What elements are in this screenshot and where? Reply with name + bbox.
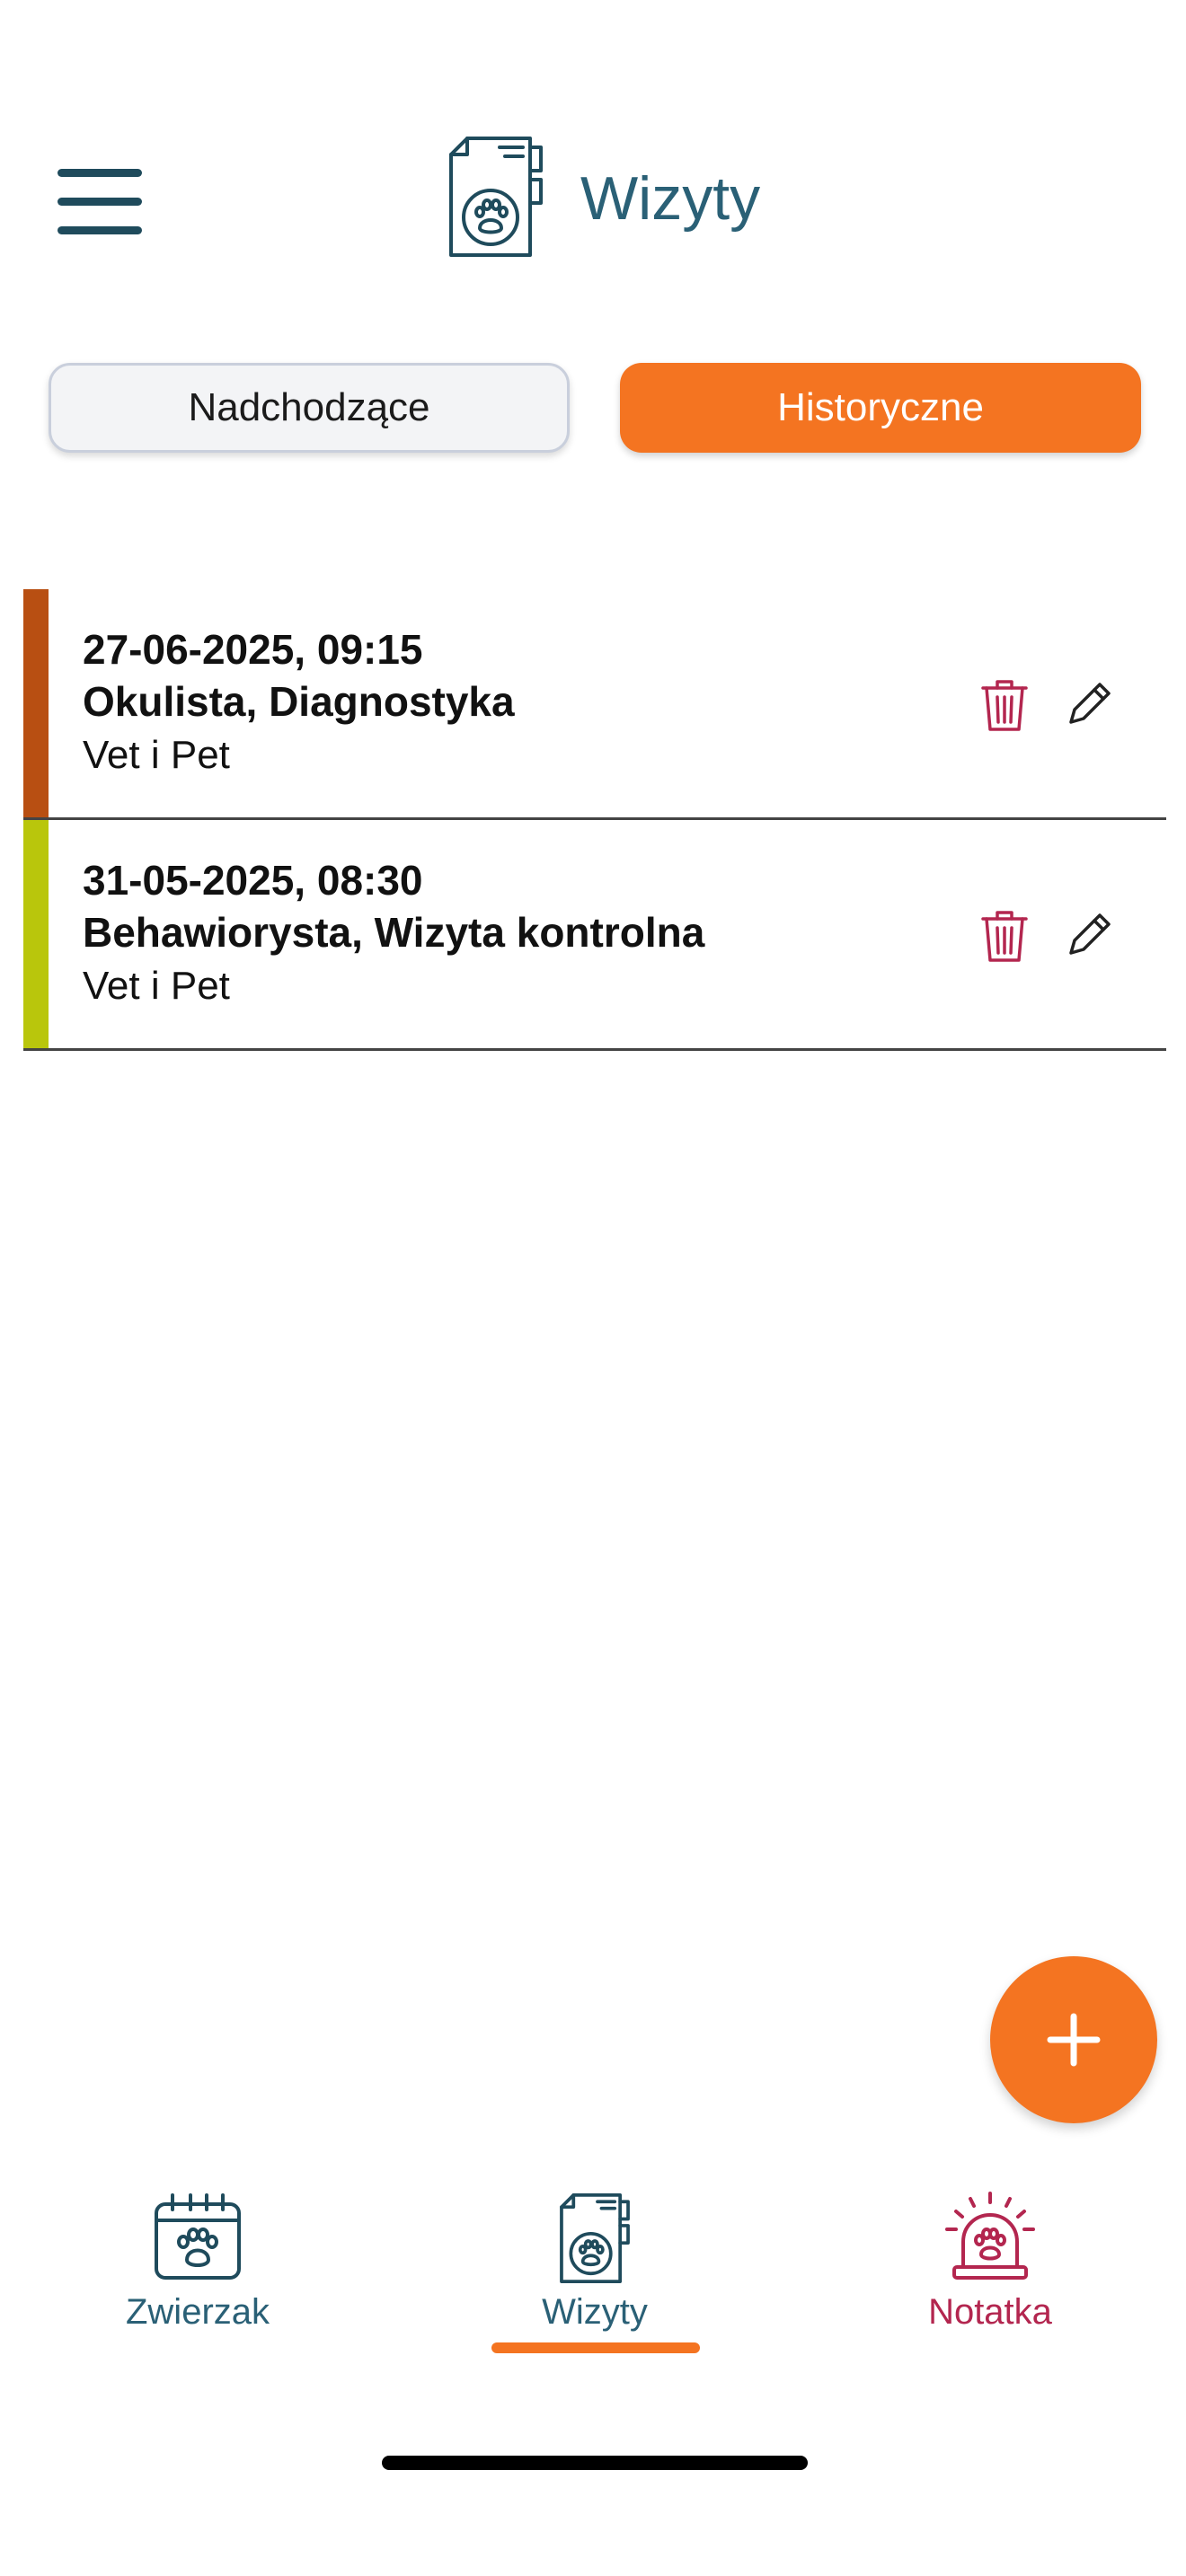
- tab-upcoming[interactable]: Nadchodzące: [49, 363, 570, 453]
- menu-button[interactable]: [58, 165, 144, 237]
- visit-type: Okulista, Diagnostyka: [83, 678, 515, 725]
- trash-icon[interactable]: [979, 908, 1030, 964]
- visit-color-bar: [23, 589, 49, 817]
- calendar-paw-icon: [155, 2193, 241, 2280]
- visit-clinic: Vet i Pet: [83, 964, 230, 1008]
- active-tab-indicator: [491, 2342, 700, 2353]
- home-indicator: [382, 2456, 808, 2470]
- alarm-paw-icon: [945, 2192, 1035, 2280]
- visit-clinic: Vet i Pet: [83, 733, 230, 777]
- visit-color-bar: [23, 820, 49, 1048]
- add-visit-button[interactable]: [990, 1956, 1157, 2123]
- tab-history[interactable]: Historyczne: [620, 363, 1141, 453]
- nav-label: Notatka: [928, 2292, 1052, 2332]
- hamburger-menu-icon: [58, 169, 142, 177]
- app-header: Wizyty: [0, 0, 1186, 296]
- visit-list: 27-06-2025, 09:15 Okulista, Diagnostyka …: [23, 589, 1166, 1051]
- plus-icon: [1047, 2013, 1101, 2067]
- pencil-icon[interactable]: [1066, 910, 1114, 958]
- nav-label: Zwierzak: [125, 2292, 270, 2332]
- pencil-icon[interactable]: [1066, 679, 1114, 728]
- visit-type: Behawiorysta, Wizyta kontrolna: [83, 909, 705, 956]
- vet-document-paw-icon: [449, 137, 543, 257]
- nav-label: Wizyty: [542, 2292, 648, 2332]
- page-title: Wizyty: [580, 164, 761, 233]
- visit-date: 27-06-2025, 09:15: [83, 626, 423, 673]
- trash-icon[interactable]: [979, 677, 1030, 733]
- nav-item-notatka[interactable]: Notatka: [855, 2192, 1125, 2371]
- visit-date: 31-05-2025, 08:30: [83, 857, 423, 904]
- vet-document-paw-icon: [560, 2193, 630, 2283]
- list-item[interactable]: 27-06-2025, 09:15 Okulista, Diagnostyka …: [23, 589, 1166, 820]
- list-item[interactable]: 31-05-2025, 08:30 Behawiorysta, Wizyta k…: [23, 820, 1166, 1051]
- nav-item-zwierzak[interactable]: Zwierzak: [63, 2192, 332, 2371]
